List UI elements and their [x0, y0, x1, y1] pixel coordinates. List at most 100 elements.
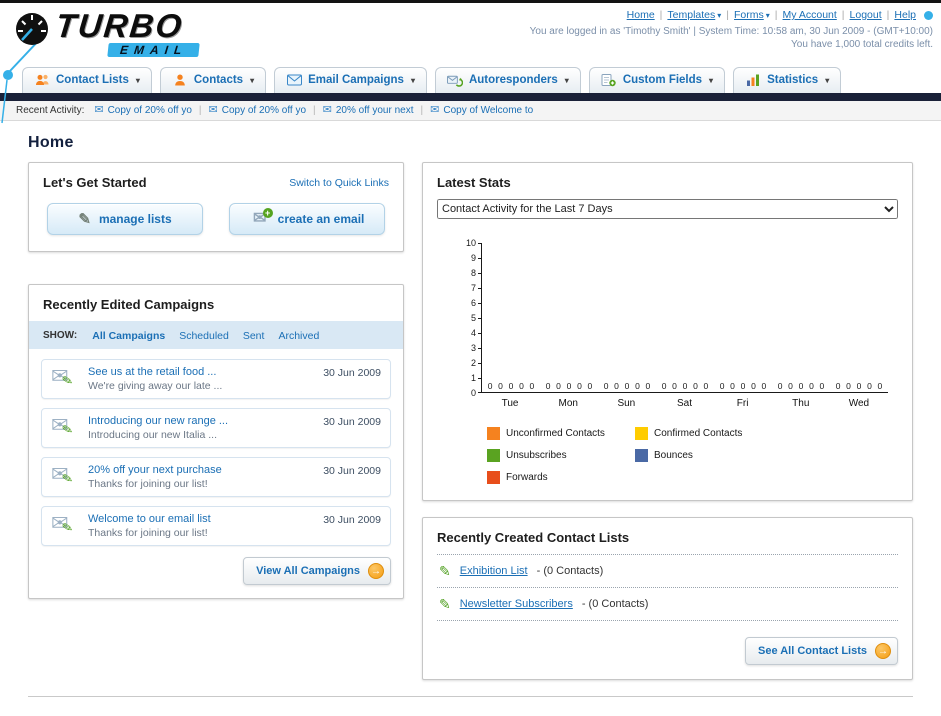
tab-contact-lists[interactable]: Contact Lists ▾ [22, 67, 152, 93]
arrow-right-icon: → [368, 563, 384, 579]
contact-list-item[interactable]: ✎ Newsletter Subscribers - (0 Contacts) [437, 588, 898, 621]
view-all-campaigns-button[interactable]: View All Campaigns → [243, 557, 391, 585]
tab-email-campaigns[interactable]: Email Campaigns ▾ [274, 67, 427, 93]
value-labels-row: 00000 [830, 381, 888, 391]
campaign-title-link[interactable]: Welcome to our email list [88, 513, 313, 525]
tab-autoresponders[interactable]: Autoresponders ▾ [434, 67, 581, 93]
recent-activity-item[interactable]: ✉ Copy of 20% off yo [94, 105, 192, 117]
x-axis-label-wed: Wed [848, 398, 870, 409]
campaign-date: 30 Jun 2009 [323, 367, 381, 379]
campaign-subtitle: We're giving away our late ... [88, 380, 223, 392]
value-label: 0 [819, 381, 825, 391]
chevron-down-icon: ▾ [135, 75, 140, 85]
campaign-item[interactable]: ✉ ✎ Introducing our new range ... Introduci… [41, 408, 391, 448]
recent-activity-item[interactable]: ✉ 20% off your next [323, 105, 414, 117]
logo-primary: TURBO [54, 7, 186, 44]
create-email-button[interactable]: ✉ + create an email [229, 203, 385, 235]
latest-stats-panel: Latest Stats Contact Activity for the La… [422, 162, 913, 501]
legend-swatch [487, 449, 500, 462]
contact-activity-chart: 0 1 2 3 4 5 6 7 8 9 10 0 0 0 0 0 0 0 0 0 0 0 0 0 0 0 0 0 0 0 0 0 0 0 0 0 0 0 0… [449, 238, 888, 484]
value-label: 0 [566, 381, 572, 391]
y-axis-tick-label: 0 [470, 388, 476, 398]
value-label: 0 [856, 381, 862, 391]
manage-lists-button[interactable]: ✎ manage lists [47, 203, 203, 235]
campaign-filter-all-campaigns[interactable]: All Campaigns [92, 330, 165, 342]
envelope-pencil-icon: ✉ ✎ [51, 366, 78, 392]
header: TURBO EMAIL Home | Templates ▾ | Forms ▾ | My Ac… [0, 3, 941, 124]
value-labels-row: 00000 [772, 381, 830, 391]
app-logo: TURBO EMAIL [14, 7, 931, 58]
pencil-icon: ✎ [439, 563, 451, 579]
x-axis-label-mon: Mon [558, 398, 578, 409]
campaign-title-link[interactable]: Introducing our new range ... [88, 415, 313, 427]
pencil-icon: ✎ [439, 596, 451, 612]
stats-period-select[interactable]: Contact Activity for the Last 7 Days [437, 199, 898, 219]
legend-item-unsubscribes: Unsubscribes [487, 449, 635, 462]
legend-label: Confirmed Contacts [654, 428, 743, 439]
contacts-icon [172, 73, 188, 87]
value-label: 0 [487, 381, 493, 391]
campaign-item[interactable]: ✉ ✎ 20% off your next purchase Thanks for j… [41, 457, 391, 497]
pencil-icon: ✎ [60, 519, 75, 536]
tab-custom-fields[interactable]: Custom Fields ▾ [588, 67, 726, 93]
tab-contacts[interactable]: Contacts ▾ [159, 67, 267, 93]
recent-contact-lists-title: Recently Created Contact Lists [437, 530, 630, 545]
recent-activity-label: Recent Activity: [16, 105, 85, 116]
campaign-filter-sent[interactable]: Sent [243, 330, 265, 342]
tab-label: Contact Lists [56, 74, 129, 86]
value-label: 0 [693, 381, 698, 391]
value-label: 0 [730, 381, 735, 391]
x-axis-label-fri: Fri [736, 398, 749, 409]
recent-activity-item[interactable]: ✉ Copy of 20% off yo [208, 104, 307, 117]
campaign-subtitle: Thanks for joining our list! [88, 527, 208, 539]
recent-contact-lists-panel: Recently Created Contact Lists ✎ Exhibiti… [422, 517, 913, 680]
tab-label: Email Campaigns [308, 74, 404, 86]
chart-group-sun: 00000 [598, 243, 656, 392]
envelope-icon: ✉ [208, 104, 218, 116]
switch-quick-links-link[interactable]: Switch to Quick Links [289, 177, 389, 189]
chart-group-sat: 00000 [656, 243, 714, 392]
x-axis-label-tue: Tue [501, 398, 519, 409]
recent-activity-link: 20% off your next [335, 105, 414, 116]
campaign-title-link[interactable]: 20% off your next purchase [88, 464, 313, 476]
recent-activity-item[interactable]: ✉ Copy of Welcome to [430, 105, 533, 117]
logo-secondary: EMAIL [107, 43, 201, 57]
chart-groups: 00000000000000000000000000000000000 [482, 243, 888, 392]
campaign-filter-archived[interactable]: Archived [278, 330, 319, 342]
campaign-date: 30 Jun 2009 [323, 514, 381, 526]
contact-list-name-link[interactable]: Exhibition List [460, 565, 528, 577]
get-started-header: Let's Get Started Switch to Quick Links [43, 175, 389, 190]
campaign-title-link[interactable]: See us at the retail food ... [88, 366, 313, 378]
envelope-plus-icon: ✉ + [250, 208, 273, 227]
value-label: 0 [545, 381, 551, 391]
envelope-pencil-icon: ✉ ✎ [51, 464, 78, 490]
value-label: 0 [603, 381, 609, 391]
campaign-subtitle: Introducing our new Italia ... [88, 429, 217, 441]
logo-text: TURBO EMAIL [54, 7, 201, 58]
contact-list-name-link[interactable]: Newsletter Subscribers [460, 598, 573, 610]
y-axis-tick [478, 392, 482, 393]
see-all-contact-lists-button[interactable]: See All Contact Lists → [744, 637, 898, 665]
legend-label: Bounces [654, 450, 693, 461]
campaign-item[interactable]: ✉ ✎ See us at the retail food ... We're giv… [41, 359, 391, 399]
legend-item-forwards: Forwards [487, 471, 635, 484]
y-axis-tick-label: 9 [470, 253, 476, 263]
legend-swatch [635, 427, 648, 440]
footer-divider [28, 696, 913, 716]
campaign-subtitle: Thanks for joining our list! [88, 478, 208, 490]
campaign-text: Introducing our new range ... Introducing… [88, 415, 313, 441]
contact-list-item[interactable]: ✎ Exhibition List - (0 Contacts) [437, 555, 898, 588]
campaign-item[interactable]: ✉ ✎ Welcome to our email list Thanks for jo… [41, 506, 391, 546]
campaign-filters: All Campaigns Scheduled Sent Archived [92, 326, 333, 344]
campaign-filter-scheduled[interactable]: Scheduled [179, 330, 229, 342]
tab-statistics[interactable]: Statistics ▾ [733, 67, 842, 93]
y-axis-tick-label: 1 [470, 373, 476, 383]
separator: | [198, 105, 202, 116]
legend-label: Unsubscribes [506, 450, 567, 461]
left-column: Let's Get Started Switch to Quick Links … [28, 162, 404, 619]
campaign-list: ✉ ✎ See us at the retail food ... We're giv… [29, 349, 403, 546]
y-axis-tick-label: 8 [470, 268, 476, 278]
recent-activity-link: Copy of 20% off yo [107, 105, 192, 116]
content: Let's Get Started Switch to Quick Links … [0, 162, 941, 680]
tab-label: Contacts [193, 74, 244, 86]
